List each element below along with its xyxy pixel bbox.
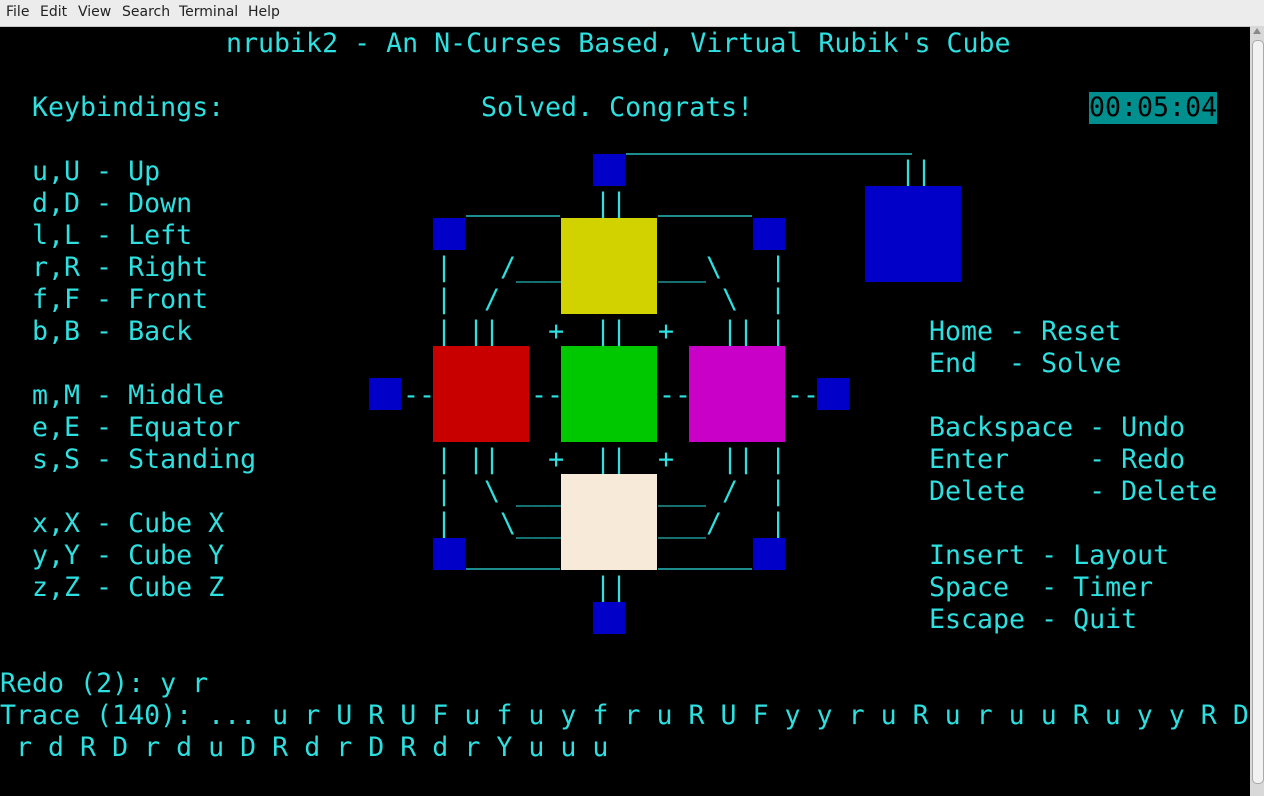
face-down	[561, 474, 657, 570]
menu-file[interactable]: File	[6, 4, 29, 20]
wire-right-3: + || |	[658, 316, 787, 347]
wire-left-1: | /___	[436, 252, 565, 283]
menu-view[interactable]: View	[78, 4, 111, 20]
menu-bar: File Edit View Search Terminal Help	[0, 0, 1264, 27]
menu-help[interactable]: Help	[248, 4, 280, 20]
menu-search[interactable]: Search	[122, 4, 170, 20]
corner-square-bottom-right	[753, 538, 785, 570]
wire-right-4: + || |	[658, 444, 787, 475]
up-link: ||	[595, 188, 628, 219]
scrollbar-thumb[interactable]	[1252, 40, 1264, 784]
redo-line: Redo (2): y r	[0, 668, 209, 699]
wire-center-4: ||	[595, 444, 628, 475]
link-1: --	[403, 380, 436, 411]
wire-right-5: ___ / |	[658, 476, 787, 507]
link-2: --	[531, 380, 564, 411]
back-link: ||	[900, 156, 933, 187]
edge-square-left	[369, 378, 401, 410]
wire-center-3: ||	[595, 316, 628, 347]
wire-right-1: ___\ |	[658, 252, 787, 283]
edge-square-top	[593, 154, 625, 186]
menu-terminal[interactable]: Terminal	[179, 4, 238, 20]
wire-right-6: ___/ |	[658, 508, 787, 539]
wire-left-2: | /	[436, 284, 501, 315]
wire-left-6: | \___	[436, 508, 565, 539]
wire-right-2: \ |	[722, 284, 787, 315]
face-left	[433, 346, 529, 442]
corner-square-bottom-left	[433, 538, 465, 570]
menu-edit[interactable]: Edit	[40, 4, 67, 20]
link-4: --	[787, 380, 820, 411]
edge-square-bottom	[593, 602, 625, 634]
trace-line-2: r d R D r d u D R d r D R d r Y u u u	[0, 732, 609, 763]
face-right	[689, 346, 785, 442]
wire-left-4: | || +	[436, 444, 565, 475]
face-front	[561, 346, 657, 442]
face-back	[865, 186, 961, 282]
terminal-area[interactable]: nrubik2 - An N-Curses Based, Virtual Rub…	[0, 26, 1250, 796]
wire-left-5: | \ ___	[436, 476, 565, 507]
trace-line-1: Trace (140): ... u r U R U F u f u y f r…	[0, 700, 1249, 731]
down-link: ||	[595, 572, 628, 603]
scroll-up-arrow-icon[interactable]	[1253, 28, 1261, 34]
corner-square-top-right	[753, 218, 785, 250]
scrollbar[interactable]	[1250, 26, 1264, 796]
link-3: --	[659, 380, 692, 411]
edge-square-right	[817, 378, 849, 410]
corner-square-top-left	[433, 218, 465, 250]
face-up	[561, 218, 657, 314]
wire-left-3: | || +	[436, 316, 565, 347]
